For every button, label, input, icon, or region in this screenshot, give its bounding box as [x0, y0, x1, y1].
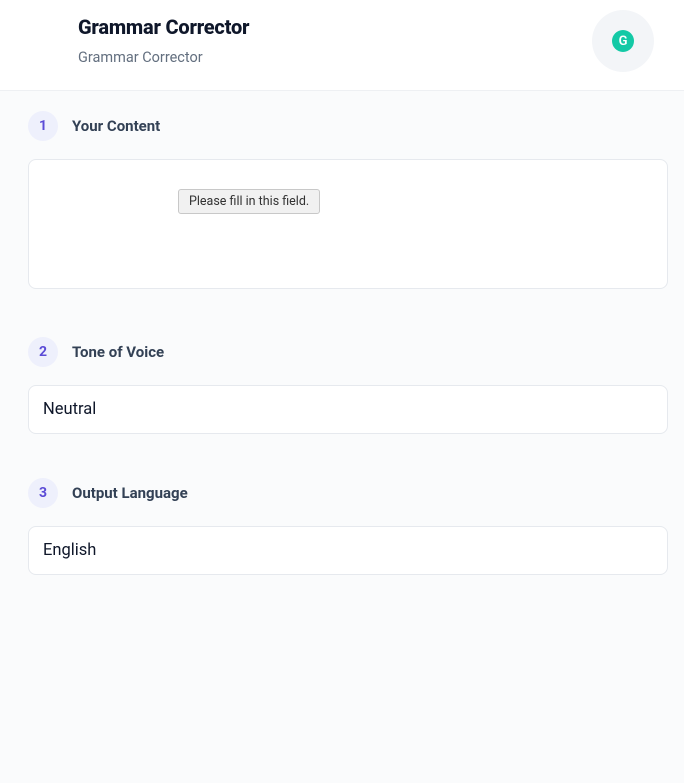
step-language-header: 3 Output Language: [28, 478, 668, 508]
content-input[interactable]: [28, 159, 668, 289]
language-select[interactable]: English: [28, 526, 668, 575]
content-textarea-wrap: Please fill in this field.: [28, 159, 668, 293]
step-tone-header: 2 Tone of Voice: [28, 337, 668, 367]
step-label-content: Your Content: [72, 117, 160, 135]
step-content-header: 1 Your Content: [28, 111, 668, 141]
step-number-2: 2: [28, 337, 58, 367]
tone-select[interactable]: Neutral: [28, 385, 668, 434]
header: Grammar Corrector Grammar Corrector G: [0, 0, 684, 91]
grammarly-badge[interactable]: G: [592, 10, 654, 72]
validation-tooltip: Please fill in this field.: [178, 189, 320, 214]
grammarly-icon: G: [612, 30, 634, 52]
header-left: Grammar Corrector Grammar Corrector: [78, 15, 249, 66]
step-label-language: Output Language: [72, 484, 188, 502]
step-number-1: 1: [28, 111, 58, 141]
main-content: 1 Your Content Please fill in this field…: [0, 91, 684, 783]
page-title: Grammar Corrector: [78, 15, 249, 39]
step-number-3: 3: [28, 478, 58, 508]
page-subtitle: Grammar Corrector: [78, 49, 249, 66]
step-label-tone: Tone of Voice: [72, 343, 164, 361]
